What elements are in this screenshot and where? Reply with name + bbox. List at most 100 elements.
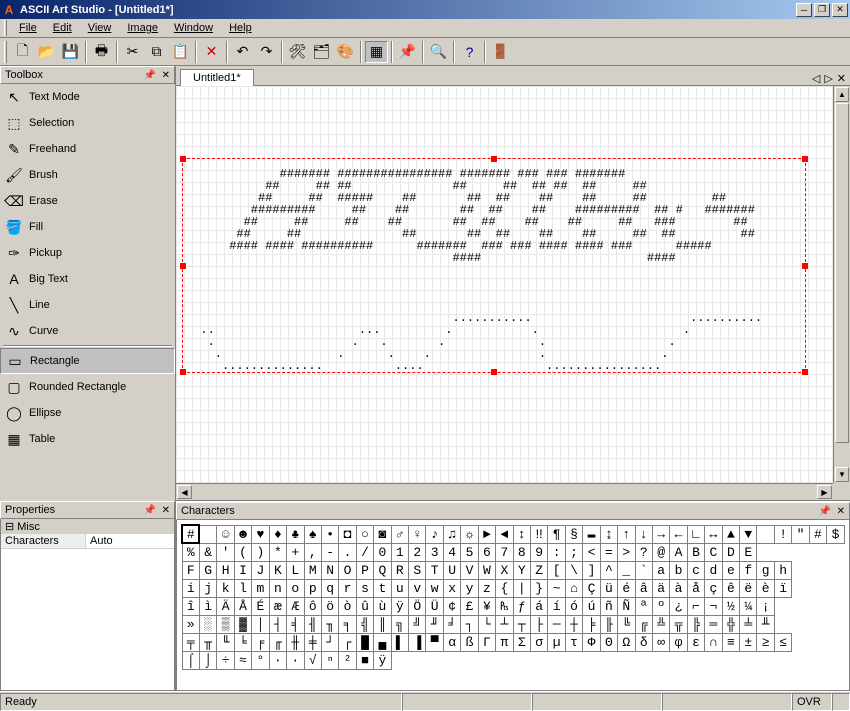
char-cell[interactable]: 1 xyxy=(391,543,408,561)
char-cell[interactable]: ç xyxy=(705,579,722,597)
save-button[interactable]: 💾 xyxy=(59,41,82,63)
char-cell[interactable]: ↕ xyxy=(513,525,530,543)
char-cell[interactable]: ù xyxy=(374,597,391,615)
scrollbar-vertical[interactable]: ▲ ▼ xyxy=(833,86,850,483)
char-cell[interactable]: ▼ xyxy=(740,525,757,543)
char-cell[interactable]: u xyxy=(391,579,408,597)
char-cell[interactable]: m xyxy=(252,579,269,597)
char-cell[interactable]: ú xyxy=(583,597,600,615)
char-cell[interactable]: + xyxy=(287,543,304,561)
char-cell[interactable]: E xyxy=(740,543,757,561)
char-cell[interactable]: ╘ xyxy=(234,633,251,651)
char-cell[interactable]: ƒ xyxy=(513,597,530,615)
char-cell[interactable]: ô xyxy=(304,597,321,615)
char-cell[interactable]: δ xyxy=(635,633,652,651)
char-cell[interactable]: ♥ xyxy=(252,525,269,543)
pin-button[interactable]: 📌 xyxy=(396,41,419,63)
char-cell[interactable]: X xyxy=(496,561,513,579)
char-cell[interactable]: ¿ xyxy=(670,597,687,615)
toolbox-item-pickup[interactable]: ✑Pickup xyxy=(0,240,175,266)
char-cell[interactable]: ┬ xyxy=(513,615,530,633)
char-cell[interactable]: 6 xyxy=(478,543,495,561)
char-cell[interactable]: Å xyxy=(234,597,251,615)
handle-sw[interactable] xyxy=(180,369,186,375)
tab-close-icon[interactable]: ✕ xyxy=(837,72,846,85)
char-cell[interactable]: T xyxy=(426,561,443,579)
scrollbar-horizontal[interactable]: ◀ ▶ xyxy=(176,483,833,500)
char-cell[interactable]: " xyxy=(792,525,809,543)
char-cell[interactable]: N xyxy=(321,561,338,579)
char-cell[interactable]: ▄ xyxy=(374,633,391,651)
char-cell[interactable]: ¬ xyxy=(705,597,722,615)
char-cell[interactable]: Q xyxy=(374,561,391,579)
char-cell[interactable]: τ xyxy=(565,633,582,651)
char-cell[interactable]: ≤ xyxy=(774,633,791,651)
char-cell[interactable]: ◙ xyxy=(374,525,391,543)
handle-se[interactable] xyxy=(802,369,808,375)
char-cell[interactable]: £ xyxy=(461,597,478,615)
char-cell[interactable]: ▐ xyxy=(409,633,426,651)
char-cell[interactable]: ⌡ xyxy=(199,651,216,669)
char-cell[interactable]: ↓ xyxy=(635,525,652,543)
new-button[interactable]: 🗋 xyxy=(11,41,34,63)
undo-button[interactable]: ↶ xyxy=(231,41,254,63)
char-cell[interactable]: l xyxy=(234,579,251,597)
char-cell[interactable]: ( xyxy=(234,543,251,561)
scroll-down-icon[interactable]: ▼ xyxy=(835,467,849,482)
char-cell[interactable]: ■ xyxy=(356,651,373,669)
char-cell[interactable]: : xyxy=(548,543,565,561)
char-cell[interactable]: \ xyxy=(565,561,582,579)
char-cell[interactable]: Ω xyxy=(618,633,635,651)
char-cell[interactable]: < xyxy=(583,543,600,561)
char-cell[interactable]: ☼ xyxy=(461,525,478,543)
char-cell[interactable]: σ xyxy=(531,633,548,651)
char-cell[interactable]: ╙ xyxy=(217,633,234,651)
char-cell[interactable]: ╞ xyxy=(583,615,600,633)
properties-close-icon[interactable]: ✕ xyxy=(162,505,170,516)
char-cell[interactable]: A xyxy=(670,543,687,561)
char-cell[interactable]: Σ xyxy=(513,633,530,651)
char-cell[interactable]: ♫ xyxy=(443,525,460,543)
char-cell[interactable]: Y xyxy=(513,561,530,579)
char-cell[interactable]: ╓ xyxy=(269,633,286,651)
char-cell[interactable]: • xyxy=(321,525,338,543)
char-cell[interactable]: ╖ xyxy=(321,615,338,633)
close-button[interactable]: ✕ xyxy=(832,3,848,17)
char-cell[interactable]: ^ xyxy=(600,561,617,579)
char-cell[interactable]: ◄ xyxy=(496,525,513,543)
char-cell[interactable]: á xyxy=(531,597,548,615)
char-cell[interactable]: P xyxy=(356,561,373,579)
char-cell[interactable]: ♦ xyxy=(269,525,286,543)
menu-edit[interactable]: Edit xyxy=(46,20,79,36)
char-cell[interactable]: Ä xyxy=(217,597,234,615)
char-cell[interactable]: { xyxy=(496,579,513,597)
char-cell[interactable]: ± xyxy=(740,633,757,651)
char-cell[interactable]: ¥ xyxy=(478,597,495,615)
char-cell[interactable]: ╔ xyxy=(635,615,652,633)
char-cell[interactable]: ↔ xyxy=(705,525,722,543)
char-cell[interactable]: ε xyxy=(687,633,704,651)
char-cell[interactable]: ▲ xyxy=(722,525,739,543)
char-cell[interactable]: G xyxy=(199,561,216,579)
char-cell[interactable]: ß xyxy=(461,633,478,651)
zoom-button[interactable]: 🔍 xyxy=(427,41,450,63)
char-cell[interactable]: µ xyxy=(548,633,565,651)
char-cell[interactable]: ╪ xyxy=(304,633,321,651)
char-cell[interactable]: ë xyxy=(740,579,757,597)
char-cell[interactable]: ▀ xyxy=(426,633,443,651)
char-cell[interactable]: ╝ xyxy=(409,615,426,633)
char-cell[interactable]: p xyxy=(304,579,321,597)
char-cell[interactable]: ─ xyxy=(548,615,565,633)
char-cell[interactable]: F xyxy=(182,561,199,579)
toolbox-item-rounded-rectangle[interactable]: ▢Rounded Rectangle xyxy=(0,374,175,400)
char-cell[interactable]: q xyxy=(321,579,338,597)
char-cell[interactable]: ⌂ xyxy=(565,579,582,597)
char-cell[interactable]: í xyxy=(548,597,565,615)
char-cell[interactable]: ◘ xyxy=(339,525,356,543)
scroll-right-icon[interactable]: ▶ xyxy=(817,485,832,499)
char-cell[interactable]: h xyxy=(774,561,791,579)
char-cell[interactable]: ☻ xyxy=(234,525,251,543)
toolbox-item-fill[interactable]: 🪣Fill xyxy=(0,214,175,240)
char-cell[interactable]: ╟ xyxy=(600,615,617,633)
canvas[interactable]: ####### ################ ####### ### ###… xyxy=(176,86,850,501)
